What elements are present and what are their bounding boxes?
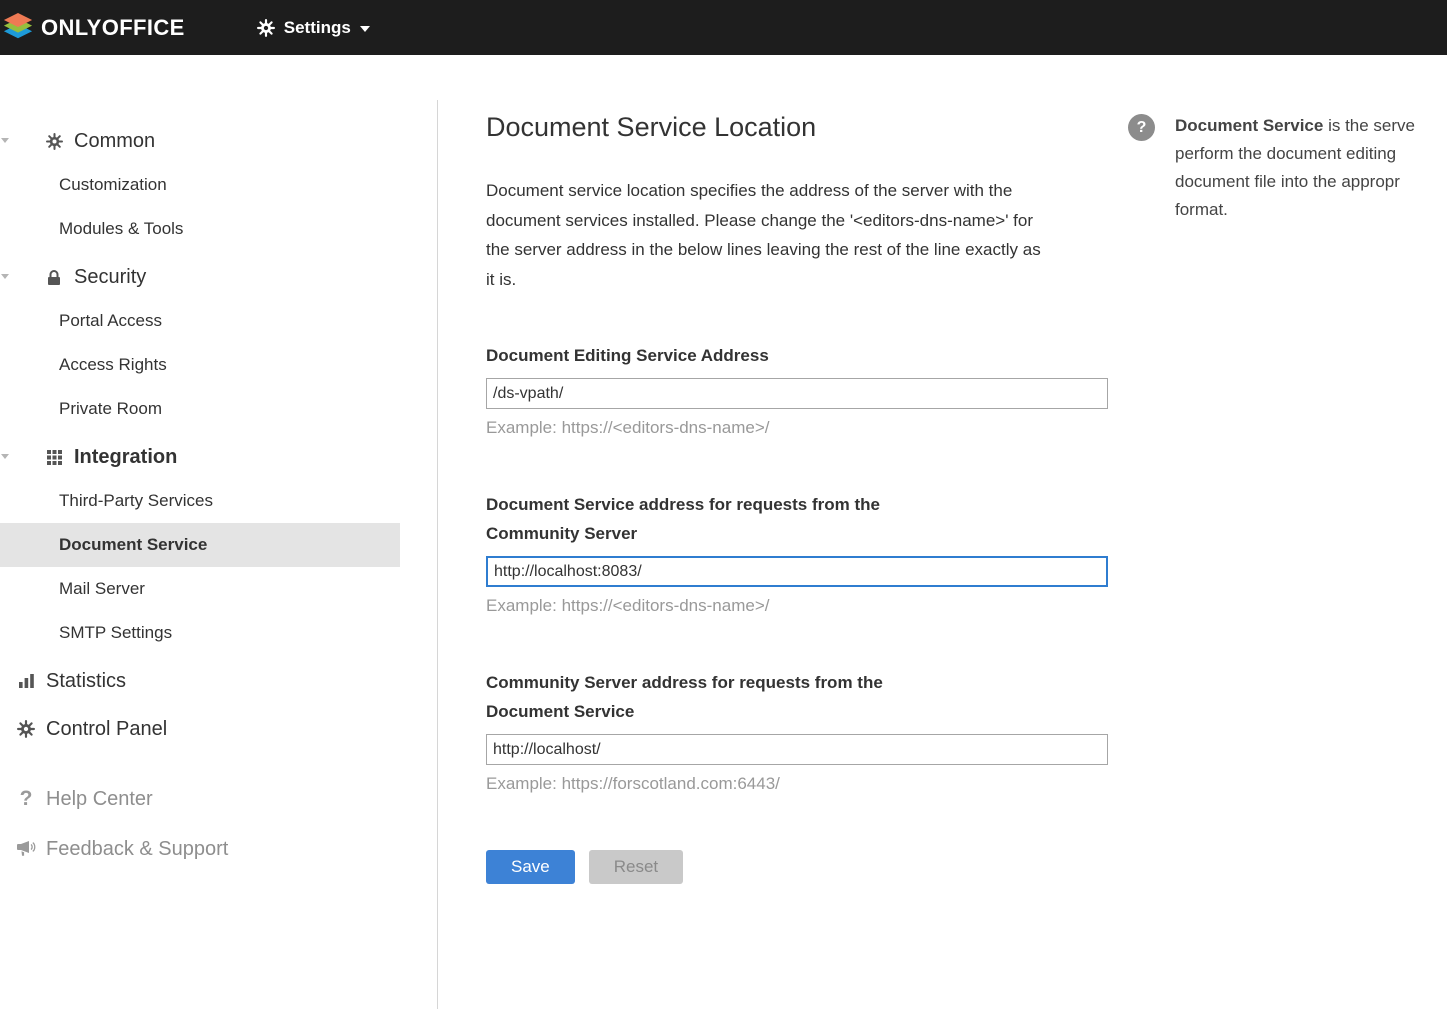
sidebar-item-label: Modules & Tools xyxy=(59,219,183,239)
sidebar-item-statistics[interactable]: Statistics xyxy=(0,659,400,703)
brand-name: ONLYOFFICE xyxy=(41,15,185,41)
onlyoffice-brand[interactable]: ONLYOFFICE xyxy=(0,12,185,43)
lock-icon xyxy=(44,269,64,286)
sidebar-item-feedback-support[interactable]: Feedback & Support xyxy=(0,827,400,871)
sidebar-item-security[interactable]: Security xyxy=(0,255,400,299)
gear-icon xyxy=(44,133,64,150)
field-label: Community Server address for requests fr… xyxy=(486,668,966,726)
document-service-location-section: Document Service Location Document servi… xyxy=(486,112,1110,884)
sidebar-item-label: Access Rights xyxy=(59,355,167,375)
sidebar-item-label: Private Room xyxy=(59,399,162,419)
sidebar-item-portal-access[interactable]: Portal Access xyxy=(0,299,400,343)
sidebar-item-document-service[interactable]: Document Service xyxy=(0,523,400,567)
help-text: Document Service is the serve perform th… xyxy=(1175,112,1447,224)
field-document-service-address: Document Service address for requests fr… xyxy=(486,490,1110,616)
sidebar-item-label: Third-Party Services xyxy=(59,491,213,511)
intro-text: Document service location specifies the … xyxy=(486,176,1051,294)
sidebar-item-access-rights[interactable]: Access Rights xyxy=(0,343,400,387)
topbar: ONLYOFFICE Settings xyxy=(0,0,1447,55)
sidebar-item-label: Document Service xyxy=(59,535,207,555)
sidebar-item-smtp-settings[interactable]: SMTP Settings xyxy=(0,611,400,655)
reset-button[interactable]: Reset xyxy=(589,850,683,884)
field-document-editing-service-address: Document Editing Service Address Example… xyxy=(486,341,1110,438)
form-buttons: Save Reset xyxy=(486,850,1110,884)
sidebar-item-label: Common xyxy=(74,130,155,153)
question-icon: ? xyxy=(15,787,37,811)
help-line-rest: is the serve xyxy=(1323,116,1415,135)
help-line: document file into the appropr xyxy=(1175,168,1447,196)
chevron-expander-icon[interactable] xyxy=(1,138,9,143)
sidebar-item-private-room[interactable]: Private Room xyxy=(0,387,400,431)
document-service-address-input[interactable] xyxy=(486,556,1108,587)
sidebar-item-common[interactable]: Common xyxy=(0,119,400,163)
document-editing-service-address-input[interactable] xyxy=(486,378,1108,409)
page-title: Document Service Location xyxy=(486,112,1110,143)
sidebar-item-label: SMTP Settings xyxy=(59,623,172,643)
field-example: Example: https://<editors-dns-name>/ xyxy=(486,596,1110,616)
field-label: Document Editing Service Address xyxy=(486,341,966,370)
field-example: Example: https://forscotland.com:6443/ xyxy=(486,774,1110,794)
sidebar-item-label: Statistics xyxy=(46,670,126,693)
sidebar-item-label: Security xyxy=(74,266,146,289)
sidebar-item-mail-server[interactable]: Mail Server xyxy=(0,567,400,611)
sidebar-item-third-party-services[interactable]: Third-Party Services xyxy=(0,479,400,523)
help-panel: ? Document Service is the serve perform … xyxy=(1128,112,1447,224)
sidebar-item-label: Customization xyxy=(59,175,167,195)
sidebar-item-label: Portal Access xyxy=(59,311,162,331)
community-server-address-input[interactable] xyxy=(486,734,1108,765)
sidebar-item-label: Mail Server xyxy=(59,579,145,599)
sidebar-item-label: Feedback & Support xyxy=(46,838,228,861)
sidebar-item-control-panel[interactable]: Control Panel xyxy=(0,707,400,751)
sidebar-item-integration[interactable]: Integration xyxy=(0,435,400,479)
gear-icon xyxy=(15,720,37,738)
chevron-expander-icon[interactable] xyxy=(1,274,9,279)
field-example: Example: https://<editors-dns-name>/ xyxy=(486,418,1110,438)
sidebar-item-label: Integration xyxy=(74,446,177,469)
field-label: Document Service address for requests fr… xyxy=(486,490,966,548)
megaphone-icon xyxy=(15,841,37,857)
sidebar-item-label: Help Center xyxy=(46,788,153,811)
save-button[interactable]: Save xyxy=(486,850,575,884)
chevron-down-icon xyxy=(360,26,370,32)
field-community-server-address: Community Server address for requests fr… xyxy=(486,668,1110,794)
bar-chart-icon xyxy=(15,674,37,688)
help-line: perform the document editing xyxy=(1175,140,1447,168)
sidebar-divider xyxy=(437,100,438,1009)
gear-icon xyxy=(257,19,275,37)
chevron-expander-icon[interactable] xyxy=(1,454,9,459)
onlyoffice-logo-icon xyxy=(2,12,34,43)
topbar-settings-menu[interactable]: Settings xyxy=(257,18,370,38)
help-question-icon: ? xyxy=(1128,114,1155,141)
grid-icon xyxy=(44,450,64,465)
help-line: format. xyxy=(1175,196,1447,224)
help-term: Document Service xyxy=(1175,116,1323,135)
sidebar-item-customization[interactable]: Customization xyxy=(0,163,400,207)
sidebar-item-help-center[interactable]: ? Help Center xyxy=(0,777,400,821)
settings-menu-label: Settings xyxy=(284,18,351,38)
settings-sidebar: Common Customization Modules & Tools Sec… xyxy=(0,115,400,871)
sidebar-item-label: Control Panel xyxy=(46,718,167,741)
sidebar-item-modules-tools[interactable]: Modules & Tools xyxy=(0,207,400,251)
